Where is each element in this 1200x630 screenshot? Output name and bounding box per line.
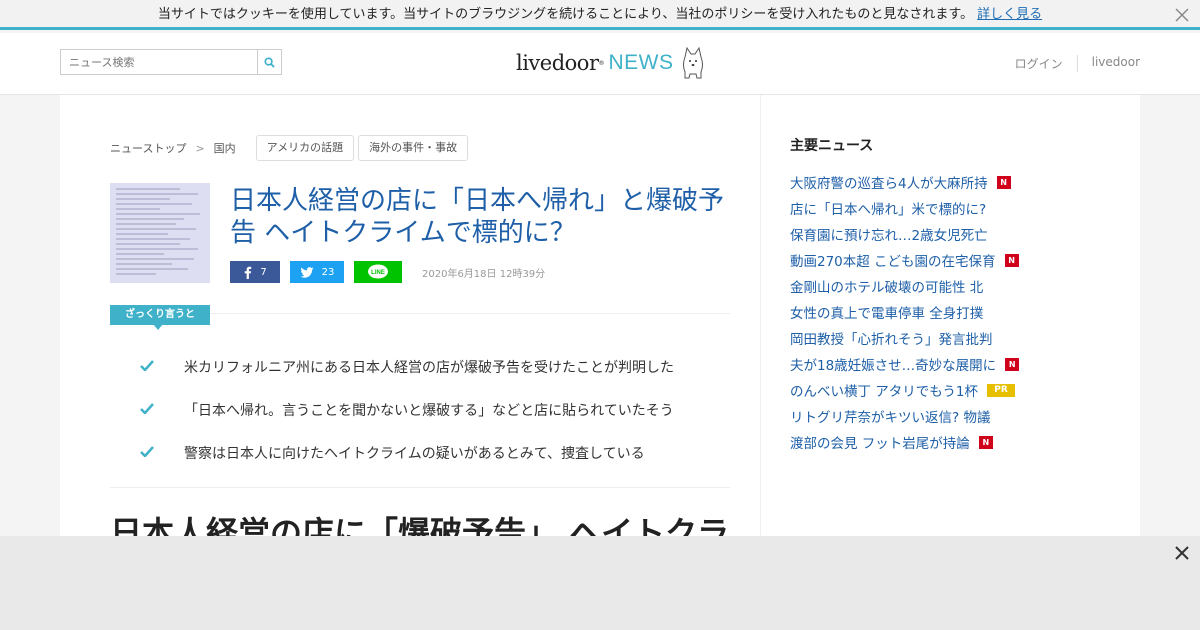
news-item-text: のんべい横丁 アタリでもう1杯 [790, 384, 978, 400]
sidebar-title: 主要ニュース [790, 138, 874, 154]
topic-tag[interactable]: 海外の事件・事故 [358, 135, 469, 161]
logo-registered-mark: ® [598, 59, 605, 67]
login-link[interactable]: ログイン [1001, 55, 1077, 72]
news-item[interactable]: 女性の真上で電車停車 全身打撲 [790, 299, 1110, 325]
twitter-icon [300, 266, 314, 278]
news-item-text: 店に「日本へ帰れ」米で標的に? [790, 202, 987, 218]
handwritten-note-image [110, 183, 210, 283]
summary-point-text: 「日本へ帰れ。言うことを聞かないと爆破する」などと店に貼られていたそう [184, 402, 674, 419]
news-item-text: 渡部の会見 フット岩尾が持論 [790, 436, 970, 452]
main-content: ニューストップ > 国内 アメリカの話題 海外の事件・事故 日本人経営の店に「日… [60, 95, 1140, 552]
header-links: ログイン livedoor [1001, 55, 1140, 72]
news-item-text: 動画270本超 こども園の在宅保育 [790, 254, 996, 270]
search-button[interactable] [257, 50, 281, 74]
news-item[interactable]: 岡田教授「心折れそう」発言批判 [790, 325, 1110, 351]
sidebar-top-news: 主要ニュース 大阪府警の巡査ら4人が大麻所持 N 店に「日本へ帰れ」米で標的に? 保育… [790, 135, 1110, 455]
new-badge: N [978, 435, 993, 449]
summary-points: 米カリフォルニア州にある日本人経営の店が爆破予告を受けたことが判明した 「日本へ… [140, 345, 730, 474]
new-badge: N [996, 175, 1011, 189]
summary-point-text: 米カリフォルニア州にある日本人経営の店が爆破予告を受けたことが判明した [184, 359, 674, 376]
news-item-text: 大阪府警の巡査ら4人が大麻所持 [790, 176, 988, 192]
close-icon[interactable] [1174, 545, 1190, 561]
news-item[interactable]: 渡部の会見 フット岩尾が持論 N [790, 429, 1110, 455]
twitter-count: 23 [321, 266, 335, 278]
close-icon[interactable] [1174, 7, 1190, 23]
new-badge: N [1005, 357, 1020, 371]
cookie-details-link[interactable]: 詳しく見る [977, 7, 1042, 22]
facebook-icon [245, 266, 252, 279]
news-item[interactable]: 夫が18歳妊娠させ…奇妙な展開に N [790, 351, 1110, 377]
dog-mascot-icon [682, 46, 703, 79]
news-item-text: リトグリ芹奈がキツい返信? 物議 [790, 410, 991, 426]
news-item[interactable]: 店に「日本へ帰れ」米で標的に? [790, 195, 1110, 221]
article-title: 日本人経営の店に「日本へ帰れ」と爆破予告 ヘイトクライムで標的に？ [230, 186, 725, 248]
news-item[interactable]: 金剛山のホテル破壊の可能性 北 [790, 273, 1110, 299]
summary-point-text: 警察は日本人に向けたヘイトクライムの疑いがあるとみて、捜査している [184, 445, 645, 462]
news-item[interactable]: リトグリ芹奈がキツい返信? 物議 [790, 403, 1110, 429]
summary-point: 米カリフォルニア州にある日本人経営の店が爆破予告を受けたことが判明した [140, 345, 730, 388]
column-divider [760, 95, 761, 536]
chevron-right-icon: > [195, 141, 205, 155]
pr-badge: PR [986, 383, 1015, 397]
news-item[interactable]: 動画270本超 こども園の在宅保育 N [790, 247, 1110, 273]
new-badge: N [1004, 253, 1019, 267]
line-share-button[interactable]: LINE [354, 261, 402, 283]
summary-label-pointer [153, 324, 163, 330]
logo-livedoor: livedoor [516, 51, 599, 75]
twitter-share-button[interactable]: 23 [290, 261, 344, 283]
cookie-message: 当サイトではクッキーを使用しています。当サイトのブラウジングを続けることにより、… [157, 7, 974, 22]
search-box [60, 49, 282, 75]
facebook-share-button[interactable]: 7 [230, 261, 280, 283]
news-item-text: 保育園に預け忘れ…2歳女児死亡 [790, 228, 988, 244]
site-logo[interactable]: livedoor ® NEWS [516, 43, 706, 83]
ad-overlay [0, 536, 1200, 630]
cookie-banner: 当サイトではクッキーを使用しています。当サイトのブラウジングを続けることにより、… [0, 0, 1200, 30]
search-input[interactable] [61, 50, 257, 74]
breadcrumb-top[interactable]: ニューストップ [110, 140, 186, 156]
check-icon [140, 445, 184, 461]
news-item-text: 女性の真上で電車停車 全身打撲 [790, 306, 984, 322]
news-item[interactable]: のんべい横丁 アタリでもう1杯 PR [790, 377, 1110, 403]
search-icon [264, 56, 275, 68]
line-icon-label: LINE [371, 270, 385, 276]
summary-point: 警察は日本人に向けたヘイトクライムの疑いがあるとみて、捜査している [140, 431, 730, 474]
news-item[interactable]: 大阪府警の巡査ら4人が大麻所持 N [790, 169, 1110, 195]
article-date: 2020年6月18日 12時39分 [422, 269, 546, 280]
news-item-text: 岡田教授「心折れそう」発言批判 [790, 332, 993, 348]
check-icon [140, 402, 184, 418]
breadcrumb: ニューストップ > 国内 アメリカの話題 海外の事件・事故 [110, 135, 469, 161]
summary-point: 「日本へ帰れ。言うことを聞かないと爆破する」などと店に貼られていたそう [140, 388, 730, 431]
summary-label: ざっくり言うと [110, 305, 210, 325]
logo-news: NEWS [608, 51, 674, 74]
facebook-count: 7 [260, 266, 267, 278]
breadcrumb-category[interactable]: 国内 [214, 140, 236, 156]
news-item-text: 夫が18歳妊娠させ…奇妙な展開に [790, 358, 997, 374]
livedoor-link[interactable]: livedoor [1076, 55, 1140, 72]
news-list: 大阪府警の巡査ら4人が大麻所持 N 店に「日本へ帰れ」米で標的に? 保育園に預け忘れ…… [790, 169, 1110, 455]
site-header: livedoor®NEWS ログイン livedoor [0, 33, 1200, 95]
news-item-text: 金剛山のホテル破壊の可能性 北 [790, 280, 984, 296]
article-thumbnail[interactable] [110, 183, 210, 283]
check-icon [140, 359, 184, 375]
topic-tag[interactable]: アメリカの話題 [255, 135, 355, 161]
divider [110, 487, 730, 488]
news-item[interactable]: 保育園に預け忘れ…2歳女児死亡 [790, 221, 1110, 247]
line-icon: LINE [368, 264, 388, 279]
divider [210, 313, 730, 314]
